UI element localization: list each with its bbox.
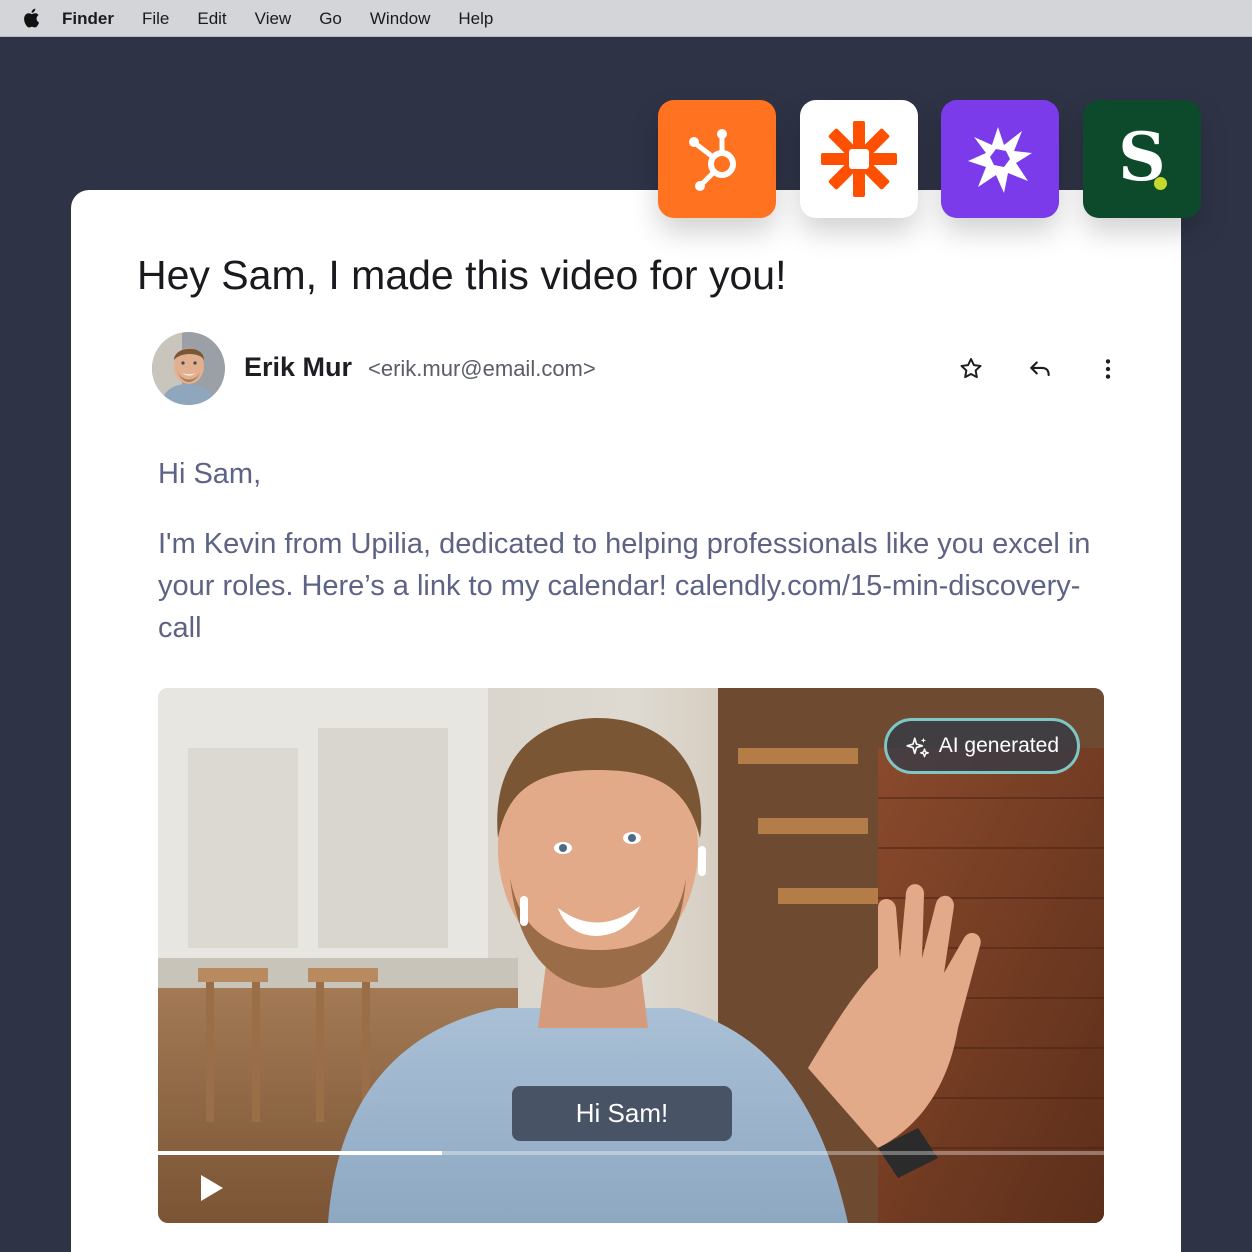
ai-generated-label: AI generated — [938, 734, 1059, 757]
menu-view[interactable]: View — [255, 0, 292, 37]
burst-app-icon — [968, 127, 1032, 193]
ai-generated-badge: AI generated — [883, 718, 1080, 774]
more-options-button[interactable] — [1093, 354, 1123, 384]
menu-bar: Finder File Edit View Go Window Help — [0, 0, 1252, 37]
menu-help[interactable]: Help — [458, 0, 493, 37]
menu-edit[interactable]: Edit — [197, 0, 226, 37]
apple-logo-icon[interactable] — [22, 8, 40, 28]
email-greeting: Hi Sam, — [158, 458, 262, 490]
video-caption: Hi Sam! — [512, 1086, 732, 1141]
sender-email: <erik.mur@email.com> — [368, 356, 596, 381]
avatar[interactable] — [152, 332, 225, 405]
sparkle-icon — [906, 737, 929, 758]
s-brand-tile[interactable]: S — [1083, 100, 1201, 218]
star-icon — [960, 358, 982, 379]
menu-window[interactable]: Window — [370, 0, 430, 37]
s-brand-dot — [1154, 177, 1167, 190]
email-body: I'm Kevin from Upilia, dedicated to help… — [158, 528, 1091, 644]
zapier-icon — [821, 121, 897, 197]
hubspot-icon — [689, 129, 736, 191]
play-icon[interactable] — [198, 1172, 226, 1204]
reply-icon — [1030, 361, 1050, 377]
email-card: Hey Sam, I made this video for you! Erik… — [71, 190, 1181, 1252]
video-progress-bar[interactable] — [158, 1151, 1104, 1155]
video-player[interactable]: AI generated Hi Sam! — [158, 688, 1104, 1223]
video-progress-fill — [158, 1151, 442, 1155]
zapier-tile[interactable] — [800, 100, 918, 218]
sender-name: Erik Mur — [244, 352, 353, 382]
reply-button[interactable] — [1025, 354, 1055, 384]
hubspot-tile[interactable] — [658, 100, 776, 218]
menu-finder[interactable]: Finder — [62, 0, 114, 37]
menu-file[interactable]: File — [142, 0, 169, 37]
burst-app-tile[interactable] — [941, 100, 1059, 218]
email-subject: Hey Sam, I made this video for you! — [137, 252, 787, 298]
menu-go[interactable]: Go — [319, 0, 342, 37]
more-vertical-icon — [1105, 359, 1111, 379]
star-button[interactable] — [956, 354, 986, 384]
